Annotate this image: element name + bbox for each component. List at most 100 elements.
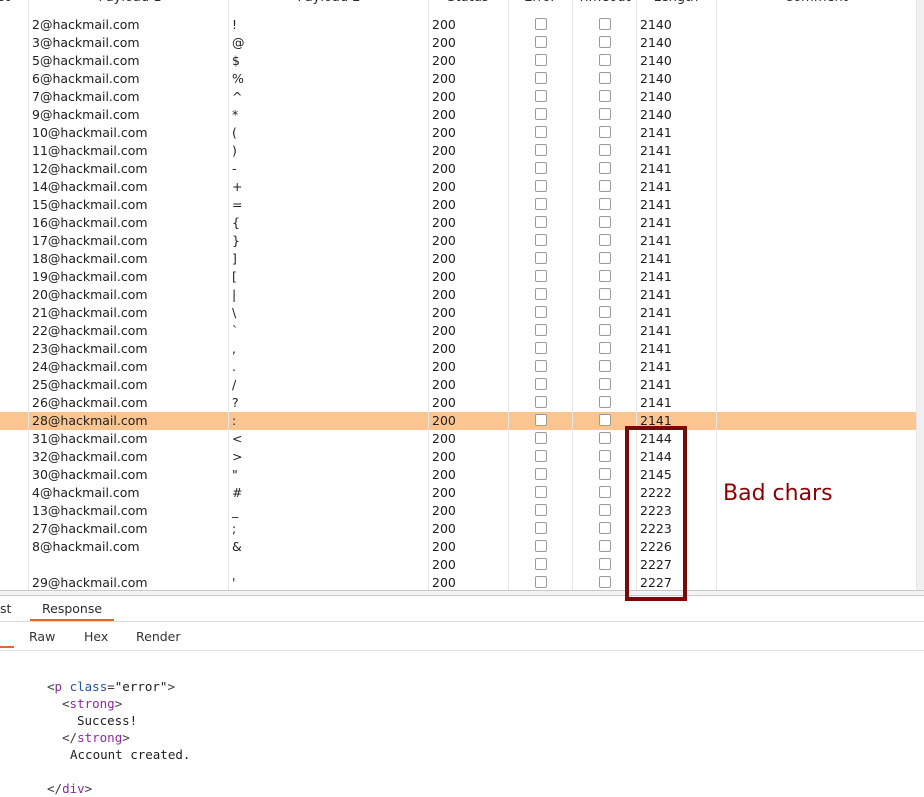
table-row[interactable]: 12@hackmail.com - 200 2141 xyxy=(0,160,917,178)
error-checkbox[interactable] xyxy=(535,288,547,300)
table-row[interactable]: 6@hackmail.com% 200 2140 xyxy=(0,70,917,88)
error-checkbox[interactable] xyxy=(535,18,547,30)
tab-response[interactable]: Response xyxy=(30,597,115,621)
table-row[interactable]: 5@hackmail.com $200 2140 xyxy=(0,52,917,70)
timeout-checkbox[interactable] xyxy=(599,342,611,354)
tab-raw[interactable]: Raw xyxy=(29,626,55,648)
table-row[interactable]: 7@hackmail.com ^ 200 2140 xyxy=(0,88,917,106)
column-header-comment[interactable]: Comment xyxy=(716,0,916,10)
timeout-checkbox[interactable] xyxy=(599,108,611,120)
error-checkbox[interactable] xyxy=(535,522,547,534)
tab-hex[interactable]: Hex xyxy=(84,626,108,648)
table-row[interactable]: 24@hackmail.com. 200 2141 xyxy=(0,358,917,376)
error-checkbox[interactable] xyxy=(535,126,547,138)
timeout-checkbox[interactable] xyxy=(599,306,611,318)
error-checkbox[interactable] xyxy=(535,90,547,102)
timeout-checkbox[interactable] xyxy=(599,54,611,66)
timeout-checkbox[interactable] xyxy=(599,540,611,552)
table-row[interactable]: 200 2227 xyxy=(0,556,917,574)
table-row[interactable]: 3@hackmail.com @200 2140 xyxy=(0,34,917,52)
column-header-length[interactable]: Length xyxy=(636,0,716,10)
error-checkbox[interactable] xyxy=(535,396,547,408)
timeout-checkbox[interactable] xyxy=(599,234,611,246)
tab-render[interactable]: Render xyxy=(136,626,181,648)
table-row[interactable]: 25@hackmail.com / 200 2141 xyxy=(0,376,917,394)
error-checkbox[interactable] xyxy=(535,270,547,282)
error-checkbox[interactable] xyxy=(535,432,547,444)
table-row[interactable]: 18@hackmail.com] 200 2141 xyxy=(0,250,917,268)
timeout-checkbox[interactable] xyxy=(599,432,611,444)
error-checkbox[interactable] xyxy=(535,558,547,570)
timeout-checkbox[interactable] xyxy=(599,270,611,282)
table-row[interactable]: 16@hackmail.com {200 2141 xyxy=(0,214,917,232)
error-checkbox[interactable] xyxy=(535,180,547,192)
table-row[interactable]: 20@hackmail.com | 200 2141 xyxy=(0,286,917,304)
timeout-checkbox[interactable] xyxy=(599,414,611,426)
table-row[interactable]: 28@hackmail.com:200 2141 xyxy=(0,412,917,430)
timeout-checkbox[interactable] xyxy=(599,216,611,228)
timeout-checkbox[interactable] xyxy=(599,90,611,102)
table-row[interactable]: 19@hackmail.com [200 2141 xyxy=(0,268,917,286)
table-row[interactable]: 9@hackmail.com * 200 2140 xyxy=(0,106,917,124)
error-checkbox[interactable] xyxy=(535,450,547,462)
error-checkbox[interactable] xyxy=(535,72,547,84)
timeout-checkbox[interactable] xyxy=(599,72,611,84)
timeout-checkbox[interactable] xyxy=(599,396,611,408)
error-checkbox[interactable] xyxy=(535,162,547,174)
timeout-checkbox[interactable] xyxy=(599,252,611,264)
timeout-checkbox[interactable] xyxy=(599,144,611,156)
table-row[interactable]: 2@hackmail.com! 200 2140 xyxy=(0,16,917,34)
timeout-checkbox[interactable] xyxy=(599,18,611,30)
error-checkbox[interactable] xyxy=(535,144,547,156)
error-checkbox[interactable] xyxy=(535,414,547,426)
table-row[interactable]: 11@hackmail.com) 200 2141 xyxy=(0,142,917,160)
column-header-status[interactable]: Status xyxy=(428,0,508,10)
timeout-checkbox[interactable] xyxy=(599,378,611,390)
error-checkbox[interactable] xyxy=(535,378,547,390)
error-checkbox[interactable] xyxy=(535,504,547,516)
table-row[interactable]: 21@hackmail.com \ 200 2141 xyxy=(0,304,917,322)
error-checkbox[interactable] xyxy=(535,198,547,210)
timeout-checkbox[interactable] xyxy=(599,162,611,174)
column-header-request[interactable]: st xyxy=(0,0,14,10)
error-checkbox[interactable] xyxy=(535,54,547,66)
column-header-error[interactable]: Error xyxy=(508,0,572,10)
table-row[interactable]: 17@hackmail.com} 200 2141 xyxy=(0,232,917,250)
error-checkbox[interactable] xyxy=(535,342,547,354)
table-row[interactable]: 26@hackmail.com? 200 2141 xyxy=(0,394,917,412)
response-body[interactable]: <p class="error"> <strong> Success! </st… xyxy=(47,678,190,797)
error-checkbox[interactable] xyxy=(535,486,547,498)
timeout-checkbox[interactable] xyxy=(599,198,611,210)
error-checkbox[interactable] xyxy=(535,108,547,120)
table-row[interactable]: 23@hackmail.com, 200 2141 xyxy=(0,340,917,358)
timeout-checkbox[interactable] xyxy=(599,36,611,48)
timeout-checkbox[interactable] xyxy=(599,468,611,480)
timeout-checkbox[interactable] xyxy=(599,504,611,516)
error-checkbox[interactable] xyxy=(535,468,547,480)
table-row[interactable]: 22@hackmail.com ` 200 2141 xyxy=(0,322,917,340)
timeout-checkbox[interactable] xyxy=(599,180,611,192)
error-checkbox[interactable] xyxy=(535,324,547,336)
error-checkbox[interactable] xyxy=(535,360,547,372)
timeout-checkbox[interactable] xyxy=(599,126,611,138)
timeout-checkbox[interactable] xyxy=(599,486,611,498)
table-row[interactable]: 31@hackmail.com <200 2144 xyxy=(0,430,917,448)
panel-splitter[interactable] xyxy=(0,590,924,596)
timeout-checkbox[interactable] xyxy=(599,360,611,372)
timeout-checkbox[interactable] xyxy=(599,558,611,570)
vertical-scrollbar[interactable] xyxy=(917,0,924,592)
error-checkbox[interactable] xyxy=(535,234,547,246)
timeout-checkbox[interactable] xyxy=(599,450,611,462)
column-header-payload1[interactable]: Payload 1 xyxy=(30,0,230,10)
error-checkbox[interactable] xyxy=(535,36,547,48)
timeout-checkbox[interactable] xyxy=(599,288,611,300)
column-header-payload2[interactable]: Payload 2 xyxy=(230,0,428,10)
table-row[interactable]: 32@hackmail.com >200 2144 xyxy=(0,448,917,466)
error-checkbox[interactable] xyxy=(535,216,547,228)
table-row[interactable]: 27@hackmail.com; 200 2223 xyxy=(0,520,917,538)
error-checkbox[interactable] xyxy=(535,540,547,552)
timeout-checkbox[interactable] xyxy=(599,324,611,336)
timeout-checkbox[interactable] xyxy=(599,576,611,588)
table-row[interactable]: 10@hackmail.com (200 2141 xyxy=(0,124,917,142)
timeout-checkbox[interactable] xyxy=(599,522,611,534)
